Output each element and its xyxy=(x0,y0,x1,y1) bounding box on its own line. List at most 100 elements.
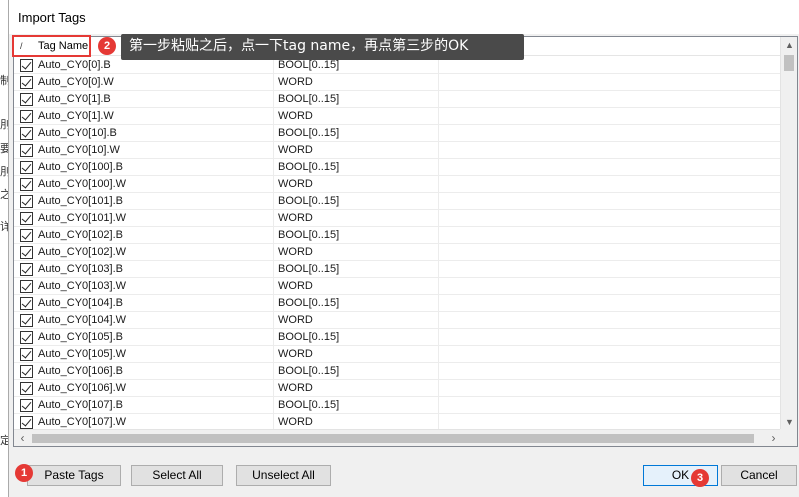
checkbox[interactable] xyxy=(20,297,33,310)
tag-name-cell: Auto_CY0[105].B xyxy=(14,329,274,345)
tag-name-cell: Auto_CY0[106].B xyxy=(14,363,274,379)
table-row[interactable]: Auto_CY0[102].W WORD xyxy=(14,244,782,261)
data-type-cell: WORD xyxy=(274,210,439,226)
data-type-cell: WORD xyxy=(274,108,439,124)
checkbox[interactable] xyxy=(20,59,33,72)
checkbox[interactable] xyxy=(20,382,33,395)
data-type-cell: BOOL[0..15] xyxy=(274,193,439,209)
table-row[interactable]: Auto_CY0[103].B BOOL[0..15] xyxy=(14,261,782,278)
scrollbar-thumb[interactable] xyxy=(32,434,754,443)
paste-tags-button[interactable]: Paste Tags xyxy=(27,465,121,486)
scrollbar-thumb[interactable] xyxy=(784,55,794,71)
import-tags-dialog: Import Tags / Tag Name Data Type Auto_CY… xyxy=(8,0,799,497)
data-type-cell: BOOL[0..15] xyxy=(274,125,439,141)
tag-name-text: Auto_CY0[100].B xyxy=(38,161,124,173)
cancel-button[interactable]: Cancel xyxy=(721,465,797,486)
tag-name-cell: Auto_CY0[100].B xyxy=(14,159,274,175)
tag-name-text: Auto_CY0[101].B xyxy=(38,195,124,207)
tag-name-cell: Auto_CY0[100].W xyxy=(14,176,274,192)
scroll-left-icon[interactable]: ‹ xyxy=(14,430,31,446)
table-row[interactable]: Auto_CY0[104].W WORD xyxy=(14,312,782,329)
tag-name-text: Auto_CY0[106].B xyxy=(38,365,124,377)
tag-name-text: Auto_CY0[102].W xyxy=(38,246,127,258)
data-type-cell: BOOL[0..15] xyxy=(274,329,439,345)
tag-name-text: Auto_CY0[101].W xyxy=(38,212,127,224)
data-type-cell: WORD xyxy=(274,278,439,294)
tag-name-text: Auto_CY0[105].B xyxy=(38,331,124,343)
table-row[interactable]: Auto_CY0[107].B BOOL[0..15] xyxy=(14,397,782,414)
table-row[interactable]: Auto_CY0[0].W WORD xyxy=(14,74,782,91)
tag-name-cell: Auto_CY0[105].W xyxy=(14,346,274,362)
table-row[interactable]: Auto_CY0[104].B BOOL[0..15] xyxy=(14,295,782,312)
tag-name-text: Auto_CY0[0].B xyxy=(38,59,111,71)
checkbox[interactable] xyxy=(20,127,33,140)
table-row[interactable]: Auto_CY0[100].W WORD xyxy=(14,176,782,193)
tag-name-text: Auto_CY0[106].W xyxy=(38,382,127,394)
tag-name-cell: Auto_CY0[107].W xyxy=(14,414,274,430)
tag-name-cell: Auto_CY0[101].W xyxy=(14,210,274,226)
checkbox[interactable] xyxy=(20,280,33,293)
table-row[interactable]: Auto_CY0[100].B BOOL[0..15] xyxy=(14,159,782,176)
table-row[interactable]: Auto_CY0[10].W WORD xyxy=(14,142,782,159)
checkbox[interactable] xyxy=(20,314,33,327)
checkbox[interactable] xyxy=(20,144,33,157)
select-all-button[interactable]: Select All xyxy=(131,465,223,486)
horizontal-scrollbar[interactable]: ‹ › xyxy=(14,429,782,446)
checkbox[interactable] xyxy=(20,212,33,225)
data-type-cell: WORD xyxy=(274,142,439,158)
tag-name-text: Auto_CY0[102].B xyxy=(38,229,124,241)
checkbox[interactable] xyxy=(20,93,33,106)
data-type-cell: BOOL[0..15] xyxy=(274,261,439,277)
tag-name-text: Auto_CY0[104].W xyxy=(38,314,127,326)
checkbox[interactable] xyxy=(20,246,33,259)
tag-name-cell: Auto_CY0[102].B xyxy=(14,227,274,243)
checkbox[interactable] xyxy=(20,365,33,378)
data-type-cell: WORD xyxy=(274,176,439,192)
tag-name-text: Auto_CY0[107].B xyxy=(38,399,124,411)
unselect-all-button[interactable]: Unselect All xyxy=(236,465,331,486)
dialog-title: Import Tags xyxy=(9,0,799,34)
data-type-cell: BOOL[0..15] xyxy=(274,91,439,107)
data-type-cell: WORD xyxy=(274,244,439,260)
checkbox[interactable] xyxy=(20,416,33,429)
checkbox[interactable] xyxy=(20,348,33,361)
checkbox[interactable] xyxy=(20,76,33,89)
step-1-badge: 1 xyxy=(15,464,33,482)
scroll-up-icon[interactable]: ▲ xyxy=(781,37,797,54)
checkbox[interactable] xyxy=(20,161,33,174)
table-row[interactable]: Auto_CY0[105].W WORD xyxy=(14,346,782,363)
tag-name-cell: Auto_CY0[107].B xyxy=(14,397,274,413)
data-type-cell: WORD xyxy=(274,74,439,90)
checkbox[interactable] xyxy=(20,399,33,412)
table-row[interactable]: Auto_CY0[106].B BOOL[0..15] xyxy=(14,363,782,380)
tag-name-text: Auto_CY0[100].W xyxy=(38,178,127,190)
checkbox[interactable] xyxy=(20,229,33,242)
instruction-tooltip: 第一步粘贴之后，点一下tag name，再点第三步的OK xyxy=(121,34,524,60)
table-row[interactable]: Auto_CY0[105].B BOOL[0..15] xyxy=(14,329,782,346)
checkbox[interactable] xyxy=(20,178,33,191)
tag-name-cell: Auto_CY0[102].W xyxy=(14,244,274,260)
table-row[interactable]: Auto_CY0[10].B BOOL[0..15] xyxy=(14,125,782,142)
checkbox[interactable] xyxy=(20,263,33,276)
data-type-cell: BOOL[0..15] xyxy=(274,397,439,413)
tag-list[interactable]: / Tag Name Data Type Auto_CY0[0].BBOOL[0… xyxy=(13,36,798,447)
data-type-cell: BOOL[0..15] xyxy=(274,363,439,379)
table-row[interactable]: Auto_CY0[106].W WORD xyxy=(14,380,782,397)
tag-name-text: Auto_CY0[1].B xyxy=(38,93,111,105)
tag-name-text: Auto_CY0[10].W xyxy=(38,144,120,156)
table-row[interactable]: Auto_CY0[102].B BOOL[0..15] xyxy=(14,227,782,244)
table-row[interactable]: Auto_CY0[101].W WORD xyxy=(14,210,782,227)
tag-name-cell: Auto_CY0[104].W xyxy=(14,312,274,328)
tag-name-text: Auto_CY0[104].B xyxy=(38,297,124,309)
tag-name-text: Auto_CY0[103].W xyxy=(38,280,127,292)
table-row[interactable]: Auto_CY0[1].B BOOL[0..15] xyxy=(14,91,782,108)
table-row[interactable]: Auto_CY0[103].W WORD xyxy=(14,278,782,295)
table-row[interactable]: Auto_CY0[1].W WORD xyxy=(14,108,782,125)
vertical-scrollbar[interactable]: ▲ ▼ xyxy=(780,37,797,431)
table-row[interactable]: Auto_CY0[101].B BOOL[0..15] xyxy=(14,193,782,210)
checkbox[interactable] xyxy=(20,110,33,123)
checkbox[interactable] xyxy=(20,195,33,208)
checkbox[interactable] xyxy=(20,331,33,344)
scrollbar-corner xyxy=(780,429,797,446)
tag-name-text: Auto_CY0[0].W xyxy=(38,76,114,88)
